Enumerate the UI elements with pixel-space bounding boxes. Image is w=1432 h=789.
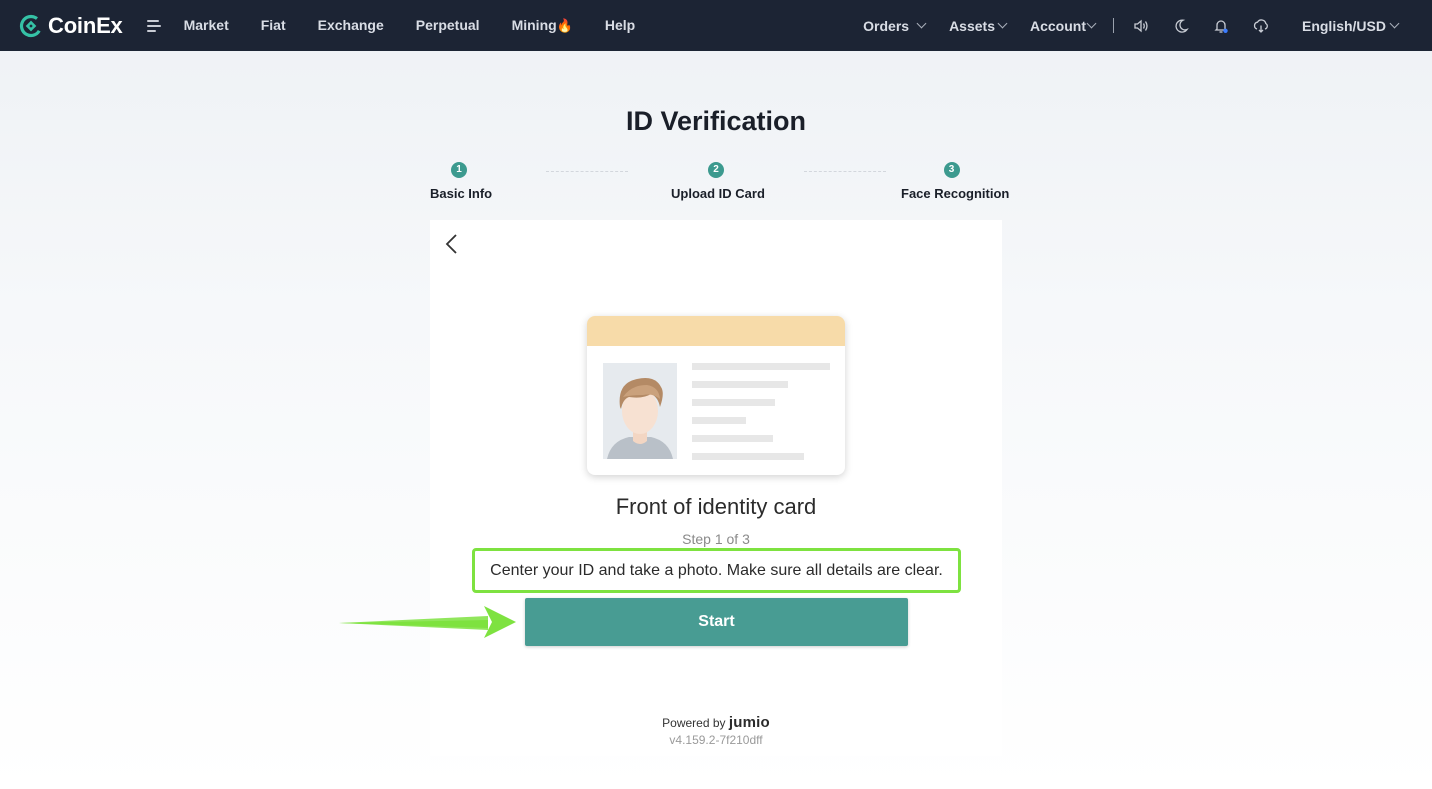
instruction-hint: Center your ID and take a photo. Make su… [472,548,961,593]
nav-help[interactable]: Help [605,17,635,34]
back-button[interactable] [444,233,460,255]
nav-mining-label: Mining [511,17,557,33]
id-text-line [692,381,788,388]
orders-menu[interactable]: Orders [863,17,927,34]
logo-text: CoinEx [48,12,123,38]
verification-panel: Front of identity card Step 1 of 3 Cente… [430,220,1002,756]
card-title: Front of identity card [615,494,817,519]
flame-icon: 🔥 [556,18,573,33]
version-text: v4.159.2-7f210dff [669,733,763,747]
step-upload-id-card: 2 Upload ID Card [671,162,765,201]
language-label: English/USD [1301,17,1386,34]
step-number: 3 [943,162,960,178]
nav-divider [1112,18,1114,33]
nav-market[interactable]: Market [184,17,229,34]
chevron-down-icon [997,18,1008,29]
account-label: Account [1029,17,1086,34]
step-connector [804,171,886,172]
instruction-text: Center your ID and take a photo. Make su… [490,561,943,579]
top-nav-bar: CoinEx Market Fiat Exchange Perpetual Mi… [0,0,1432,51]
nav-fiat[interactable]: Fiat [261,17,286,34]
id-text-line [692,453,804,460]
id-text-line [692,363,830,370]
main-nav: Market Fiat Exchange Perpetual Mining🔥 H… [184,17,668,34]
chevron-down-icon [916,18,927,29]
account-menu[interactable]: Account [1029,17,1097,34]
step-indicator: Step 1 of 3 [682,531,750,547]
page-title: ID Verification [625,106,807,136]
id-text-line [692,417,746,424]
step-number: 2 [708,162,724,178]
chevron-down-icon [1086,18,1097,29]
step-number: 1 [451,162,467,178]
step-connector [546,171,628,172]
id-card-illustration [587,316,845,475]
start-button[interactable]: Start [525,598,908,646]
powered-by-text: Powered by [662,716,726,730]
id-text-line [692,435,773,442]
verification-stepper: 1 Basic Info 2 Upload ID Card 3 Face Rec… [430,162,1010,207]
orders-label: Orders [863,17,910,34]
chevron-left-icon [445,234,457,254]
nav-mining[interactable]: Mining🔥 [512,17,573,34]
arrow-right-icon [339,606,516,638]
right-nav: Orders Assets Account English/USD [863,0,1432,51]
download-app-icon[interactable] [1252,17,1270,35]
language-currency-selector[interactable]: English/USD [1301,17,1400,34]
id-card-header [587,316,845,346]
step-face-recognition: 3 Face Recognition [901,162,1010,201]
step-basic-info: 1 Basic Info [430,162,493,201]
step-label: Basic Info [430,186,493,201]
step-label: Face Recognition [901,186,1010,201]
nav-perpetual[interactable]: Perpetual [416,17,480,34]
sound-icon[interactable] [1132,17,1150,35]
jumio-logo: jumio [728,714,770,731]
id-photo-icon [603,363,677,459]
nav-exchange[interactable]: Exchange [318,17,384,34]
chevron-down-icon [1389,18,1400,29]
assets-menu[interactable]: Assets [949,17,1008,34]
coinex-logo-icon [19,14,43,37]
menu-icon[interactable] [146,19,161,32]
step-label: Upload ID Card [671,186,765,201]
powered-by: Powered by jumio [430,714,1002,731]
assets-label: Assets [949,17,995,34]
coinex-logo[interactable]: CoinEx [19,13,123,39]
id-text-line [692,399,775,406]
bell-icon[interactable] [1212,17,1230,35]
moon-icon[interactable] [1172,17,1190,35]
